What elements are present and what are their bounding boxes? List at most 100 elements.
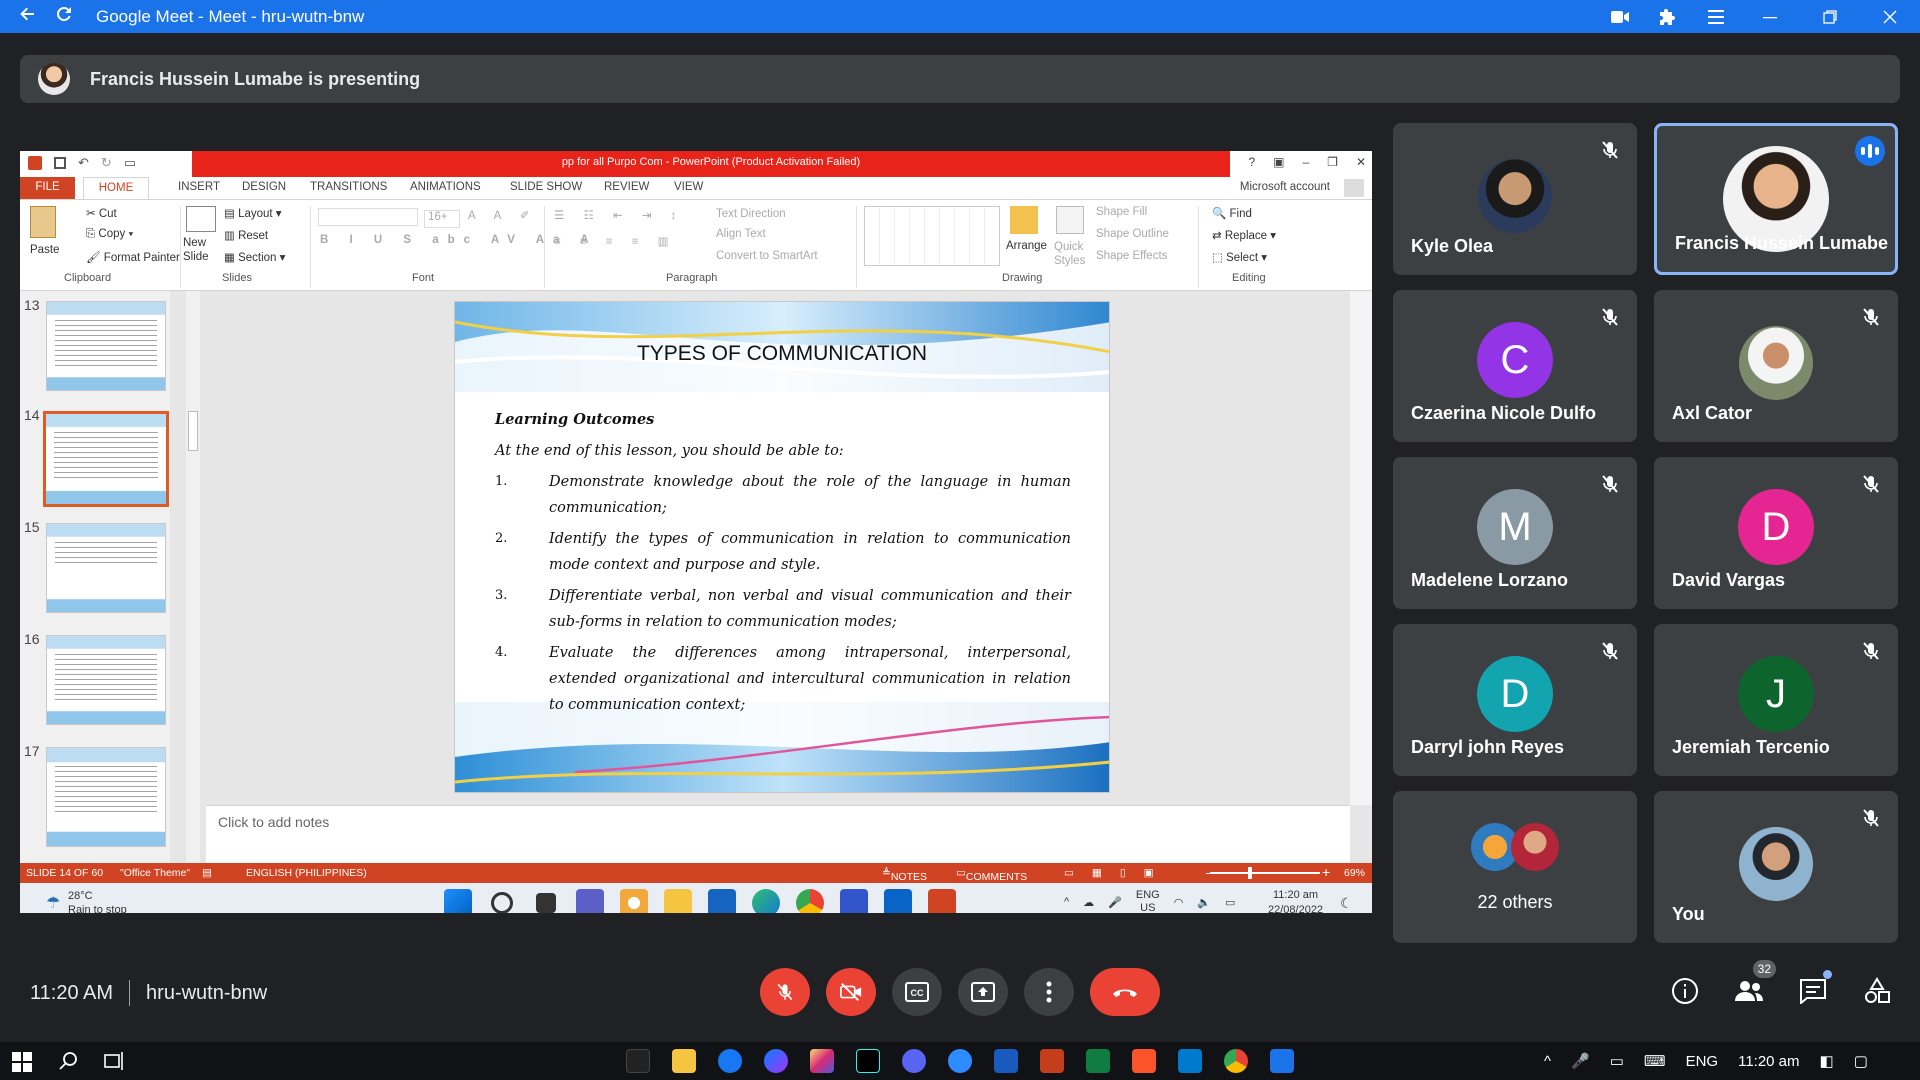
section-button[interactable]: ▦ Section ▾ [224, 250, 285, 264]
slide-thumbnail-17[interactable] [46, 747, 166, 847]
maximize-icon[interactable] [1800, 0, 1860, 33]
zoom-slider[interactable] [1210, 872, 1320, 874]
participant-tile[interactable]: D Darryl john Reyes [1393, 624, 1637, 776]
reload-icon[interactable] [54, 4, 74, 29]
excel-icon[interactable] [1086, 1049, 1110, 1073]
minimize-icon[interactable] [1740, 0, 1800, 33]
list-buttons[interactable]: ☰ ☷ ⇤ ⇥ ↕ [554, 208, 684, 222]
powerpoint-icon[interactable] [928, 889, 956, 913]
present-screen-button[interactable] [958, 968, 1008, 1016]
microphone-icon[interactable]: 🎤 [1108, 896, 1122, 909]
cut-button[interactable]: ✂ Cut [86, 206, 117, 220]
inner-clock[interactable]: 11:20 am 22/08/2022 [1268, 888, 1323, 913]
tab-home[interactable]: HOME [83, 177, 149, 199]
view-buttons[interactable]: ▭▦▯▣ [1064, 867, 1172, 879]
pp-close-icon[interactable]: ✕ [1356, 155, 1366, 169]
windows-start-icon[interactable] [12, 1052, 32, 1077]
others-tile[interactable]: 22 others [1393, 791, 1637, 943]
search-icon[interactable] [58, 1051, 78, 1076]
whiteboard-icon[interactable] [840, 889, 868, 913]
chrome-canary-icon[interactable] [620, 889, 648, 913]
close-icon[interactable] [1860, 0, 1920, 33]
notifications-icon[interactable]: ▢ [1854, 1052, 1868, 1070]
tab-review[interactable]: REVIEW [604, 181, 649, 193]
self-tile[interactable]: You [1654, 791, 1898, 943]
quick-styles-button[interactable]: Quick Styles [1054, 240, 1088, 268]
reset-button[interactable]: ▥ Reset [224, 228, 268, 242]
participant-tile-active-speaker[interactable]: Francis Hussein Lumabe [1654, 123, 1898, 275]
notes-toggle[interactable]: ≜ NOTES [882, 867, 927, 883]
paste-icon[interactable] [30, 206, 56, 238]
wifi-icon[interactable]: ◠ [1174, 896, 1184, 909]
tab-animations[interactable]: ANIMATIONS [410, 181, 481, 193]
font-size-buttons[interactable]: A A ✐ [468, 208, 537, 222]
format-painter-button[interactable]: 🖌 Format Painter [86, 250, 180, 264]
notes-pane[interactable]: Click to add notes [206, 805, 1350, 863]
teams-chat-icon[interactable] [576, 889, 604, 913]
leave-call-button[interactable] [1090, 968, 1160, 1016]
new-slide-icon[interactable] [186, 206, 216, 232]
comments-toggle[interactable]: ▭ COMMENTS [956, 867, 1027, 883]
shape-fill-button[interactable]: Shape Fill [1096, 206, 1147, 218]
microsoft-account[interactable]: Microsoft account [1240, 181, 1330, 193]
undo-icon[interactable]: ↶ [78, 155, 89, 171]
outlook-icon[interactable] [884, 889, 912, 913]
thumbnail-scrollbar[interactable] [186, 291, 200, 863]
shape-effects-button[interactable]: Shape Effects [1096, 250, 1167, 262]
tab-view[interactable]: VIEW [674, 181, 703, 193]
tray-chevron-icon[interactable]: ^ [1544, 1053, 1551, 1070]
slide-thumbnail-14[interactable] [43, 411, 169, 507]
tab-slide-show[interactable]: SLIDE SHOW [510, 181, 582, 193]
font-size-box[interactable]: 16+ [424, 210, 460, 228]
meeting-code[interactable]: hru-wutn-bnw [146, 982, 267, 1005]
activities-button[interactable] [1860, 974, 1894, 1008]
mail-icon[interactable] [708, 889, 736, 913]
discord-icon[interactable] [902, 1049, 926, 1073]
onedrive-icon[interactable]: ☁ [1083, 896, 1094, 909]
extensions-icon[interactable] [1644, 0, 1692, 33]
copy-button[interactable]: ⎘ Copy ▾ [86, 228, 133, 241]
paste-button[interactable]: Paste [30, 244, 59, 256]
redo-icon[interactable]: ↻ [101, 155, 112, 171]
pp-restore-icon[interactable]: ❐ [1327, 155, 1338, 169]
language-label[interactable]: ENGLISH (PHILIPPINES) [246, 867, 367, 879]
shape-outline-button[interactable]: Shape Outline [1096, 228, 1169, 240]
file-explorer-icon[interactable] [664, 889, 692, 913]
chat-button[interactable] [1796, 970, 1832, 1008]
account-avatar-icon[interactable] [1344, 179, 1364, 197]
slideshow-start-icon[interactable]: ▭ [124, 155, 136, 171]
facebook-icon[interactable] [718, 1049, 742, 1073]
battery-icon[interactable]: ▭ [1225, 896, 1235, 909]
xbox-bar-icon[interactable] [626, 1049, 650, 1073]
help-icon[interactable]: ? [1248, 155, 1255, 169]
night-light-icon[interactable]: ☾ [1340, 895, 1353, 912]
ribbon-options-icon[interactable]: ▣ [1273, 155, 1284, 169]
tab-insert[interactable]: INSERT [178, 181, 220, 193]
volume-icon[interactable]: 🔈 [1197, 896, 1211, 909]
tab-transitions[interactable]: TRANSITIONS [310, 181, 387, 193]
participant-tile[interactable]: Axl Cator [1654, 290, 1898, 442]
tray-chevron-icon[interactable]: ^ [1064, 896, 1069, 908]
system-language[interactable]: ENG [1686, 1053, 1719, 1070]
pp-minimize-icon[interactable]: – [1302, 155, 1309, 169]
select-button[interactable]: ⬚ Select ▾ [1212, 250, 1267, 264]
arrange-icon[interactable] [1010, 206, 1038, 234]
captions-button[interactable]: CC [892, 968, 942, 1016]
slide-thumbnail-16[interactable] [46, 635, 166, 725]
meeting-details-button[interactable] [1668, 974, 1702, 1008]
zoom-in-button[interactable]: + [1322, 864, 1330, 880]
tab-design[interactable]: DESIGN [242, 181, 286, 193]
mic-toggle-button[interactable] [760, 968, 810, 1016]
brave-icon[interactable] [1132, 1049, 1156, 1073]
back-arrow-icon[interactable] [18, 4, 38, 29]
slide-thumbnail-15[interactable] [46, 523, 166, 613]
word-icon[interactable] [994, 1049, 1018, 1073]
tab-file[interactable]: FILE [20, 177, 75, 199]
zoom-level[interactable]: 69% [1344, 867, 1365, 879]
slide-thumbnail-13[interactable] [46, 301, 166, 391]
participant-tile[interactable]: Kyle Olea [1393, 123, 1637, 275]
keyboard-icon[interactable]: ⌨ [1644, 1052, 1666, 1070]
participant-tile[interactable]: M Madelene Lorzano [1393, 457, 1637, 609]
task-view-icon[interactable] [536, 893, 556, 913]
chrome-icon[interactable] [1224, 1049, 1248, 1073]
